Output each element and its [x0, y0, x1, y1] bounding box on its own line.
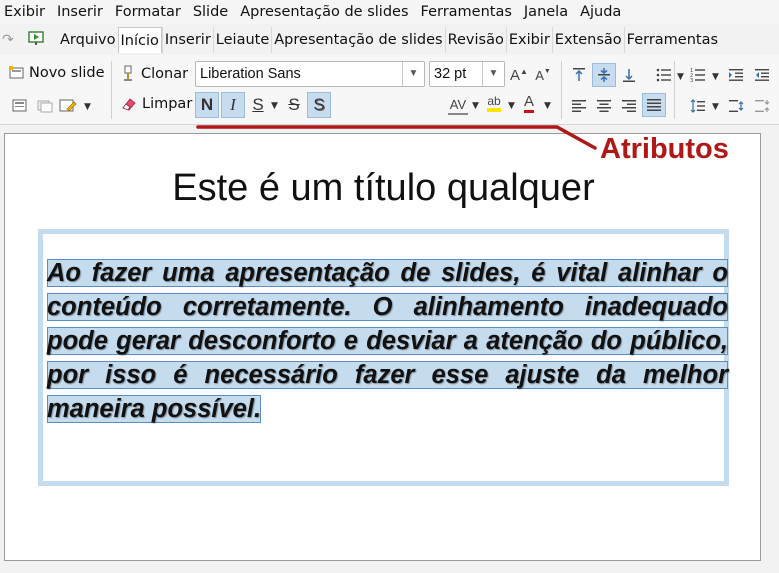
- selected-text[interactable]: Ao fazer uma apresentação de slides, é v…: [47, 259, 728, 423]
- underline-dropdown-icon[interactable]: ▼: [271, 101, 278, 111]
- menu-exibir[interactable]: Exibir: [0, 4, 53, 20]
- line-spacing-dropdown-icon[interactable]: ▼: [712, 102, 719, 112]
- font-color-glyph: A: [523, 93, 534, 113]
- font-color-dropdown-icon[interactable]: ▼: [544, 101, 551, 111]
- shrink-font-glyph: A: [535, 67, 544, 83]
- grow-font-glyph: A: [510, 66, 521, 84]
- unordered-list-dropdown-icon[interactable]: ▼: [677, 72, 684, 82]
- strikethrough-glyph: S: [288, 95, 300, 114]
- tab-exibir[interactable]: Exibir: [505, 27, 552, 53]
- slide-properties-icon[interactable]: [58, 96, 78, 116]
- line-spacing-icon[interactable]: [688, 96, 708, 116]
- character-spacing-icon[interactable]: AV: [448, 95, 468, 115]
- chevron-down-icon[interactable]: ▼: [482, 62, 504, 86]
- separator: [111, 61, 112, 119]
- clone-label: Clonar: [141, 65, 189, 82]
- new-slide-label: Novo slide: [29, 65, 105, 81]
- separator: [561, 61, 562, 119]
- font-color-icon[interactable]: A: [519, 93, 539, 113]
- grow-font-icon[interactable]: A ▲: [509, 65, 529, 85]
- chevron-down-icon[interactable]: ▼: [402, 62, 424, 86]
- unordered-list-icon[interactable]: [654, 65, 674, 85]
- slide-canvas[interactable]: Este é um título qualquer Ao fazer uma a…: [4, 133, 761, 561]
- menu-ajuda[interactable]: Ajuda: [576, 4, 629, 20]
- tab-revisao[interactable]: Revisão: [444, 27, 506, 53]
- slide-properties-dropdown-icon[interactable]: ▼: [84, 102, 91, 112]
- slide-layout-icon[interactable]: [10, 96, 30, 116]
- tab-ferramentas[interactable]: Ferramentas: [623, 27, 720, 53]
- menu-slide[interactable]: Slide: [189, 4, 236, 20]
- underline-glyph: S: [252, 95, 264, 114]
- tab-inicio[interactable]: Início: [117, 27, 162, 53]
- tab-extensao[interactable]: Extensão: [551, 27, 624, 53]
- new-slide-button[interactable]: Novo slide: [8, 65, 105, 81]
- font-name-value: Liberation Sans: [200, 66, 301, 82]
- annotation-label: Atributos: [600, 133, 729, 165]
- ordered-list-icon[interactable]: 123: [688, 65, 708, 85]
- paintbrush-icon: [124, 65, 132, 81]
- slide-body-text[interactable]: Ao fazer uma apresentação de slides, é v…: [47, 256, 728, 426]
- justify-icon[interactable]: [642, 93, 666, 117]
- tab-bar: ↷ Arquivo Início Inserir Leiaute Apresen…: [0, 27, 779, 53]
- font-name-combobox[interactable]: Liberation Sans ▼: [195, 61, 425, 87]
- italic-glyph: I: [230, 95, 236, 114]
- highlight-dropdown-icon[interactable]: ▼: [508, 101, 515, 111]
- menu-apresentacao[interactable]: Apresentação de slides: [236, 4, 416, 20]
- font-size-combobox[interactable]: 32 pt ▼: [429, 61, 505, 87]
- increase-indent-icon[interactable]: [726, 65, 746, 85]
- decrease-indent-icon[interactable]: [752, 65, 772, 85]
- duplicate-slide-icon[interactable]: [35, 96, 55, 116]
- bold-toggle[interactable]: N: [195, 92, 219, 118]
- shrink-font-icon[interactable]: A ▼: [533, 65, 553, 85]
- eraser-icon: [122, 98, 136, 111]
- align-left-icon[interactable]: [569, 96, 589, 116]
- italic-toggle[interactable]: I: [221, 92, 245, 118]
- menu-janela[interactable]: Janela: [520, 4, 576, 20]
- start-presentation-icon[interactable]: [27, 30, 46, 50]
- align-bottom-icon[interactable]: [619, 65, 639, 85]
- clear-label: Limpar: [142, 96, 193, 112]
- character-spacing-dropdown-icon[interactable]: ▼: [472, 101, 479, 111]
- increase-paragraph-spacing-icon[interactable]: [726, 96, 746, 116]
- strikethrough-toggle[interactable]: S: [282, 92, 306, 118]
- menu-inserir[interactable]: Inserir: [53, 4, 111, 20]
- slide-title[interactable]: Este é um título qualquer: [5, 167, 762, 210]
- redo-icon[interactable]: ↷: [2, 32, 14, 48]
- svg-text:3: 3: [690, 78, 693, 82]
- text-frame[interactable]: Ao fazer uma apresentação de slides, é v…: [38, 229, 729, 486]
- tab-leiaute[interactable]: Leiaute: [212, 27, 271, 53]
- font-size-value: 32 pt: [434, 66, 467, 82]
- clone-formatting-button[interactable]: Clonar: [121, 65, 188, 82]
- new-slide-icon: [9, 66, 24, 79]
- character-spacing-glyph: AV: [449, 96, 467, 112]
- quick-access-icons: ↷: [0, 30, 58, 50]
- tab-inserir[interactable]: Inserir: [161, 27, 213, 53]
- menu-ferramentas[interactable]: Ferramentas: [417, 4, 520, 20]
- home-toolbar: Novo slide ▼ Clonar Limpar Liberation Sa…: [0, 55, 779, 125]
- highlight-color-icon[interactable]: ab: [484, 93, 504, 113]
- ordered-list-dropdown-icon[interactable]: ▼: [712, 72, 719, 82]
- shadow-toggle[interactable]: S: [307, 92, 331, 118]
- align-top-icon[interactable]: [569, 65, 589, 85]
- decrease-paragraph-spacing-icon[interactable]: [752, 96, 772, 116]
- tab-arquivo[interactable]: Arquivo: [58, 27, 118, 53]
- clear-formatting-button[interactable]: Limpar: [121, 96, 192, 112]
- annotation-arrow: [196, 125, 597, 150]
- tab-apresentacao[interactable]: Apresentação de slides: [271, 27, 444, 53]
- menu-bar: Exibir Inserir Formatar Slide Apresentaç…: [0, 0, 779, 24]
- align-center-icon[interactable]: [594, 96, 614, 116]
- separator: [674, 61, 675, 119]
- shadow-glyph: S: [313, 95, 325, 114]
- menu-formatar[interactable]: Formatar: [111, 4, 189, 20]
- underline-toggle[interactable]: S: [246, 92, 270, 118]
- highlight-glyph: ab: [487, 94, 501, 112]
- align-right-icon[interactable]: [619, 96, 639, 116]
- bold-glyph: N: [200, 95, 214, 114]
- align-center-vertical-icon[interactable]: [592, 63, 616, 87]
